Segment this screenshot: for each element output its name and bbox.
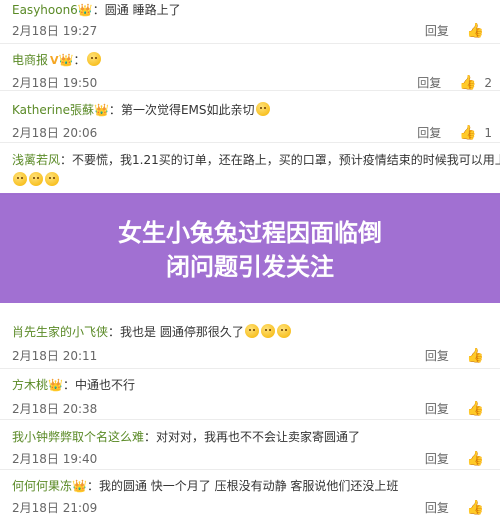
comment-date: 2月18日 20:38 <box>12 402 98 416</box>
comment-actions: 回复 👍 <box>425 22 492 39</box>
vip-crown-icon: 👑 <box>93 103 109 117</box>
smiley-emoji-icon <box>260 324 275 338</box>
comment-item: Easyhoon6👑：圆通 睡路上了 2月18日 19:27 回复 👍 <box>0 0 500 44</box>
reply-button[interactable]: 回复 <box>425 400 449 417</box>
reply-button[interactable]: 回复 <box>417 74 441 91</box>
reply-button[interactable]: 回复 <box>425 22 449 39</box>
smiley-emoji-icon <box>29 172 43 186</box>
comment-date: 2月18日 20:11 <box>12 349 98 363</box>
comment-actions: 回复 👍 <box>425 450 492 467</box>
reply-button[interactable]: 回复 <box>417 124 441 141</box>
comment-text: 中通也不行 <box>74 378 135 392</box>
separator: ： <box>144 430 157 444</box>
comment-item: 我小钟弊弊取个名这么难：对对对，我再也不不会让卖家寄圆通了 2月18日 19:4… <box>0 423 500 470</box>
smiley-emoji-icon <box>13 172 27 186</box>
thumbs-up-icon[interactable]: 👍 <box>467 500 484 516</box>
separator: ： <box>60 153 73 167</box>
thumbs-up-icon[interactable]: 👍 <box>467 348 484 364</box>
thumbs-up-icon[interactable]: 👍 <box>459 75 476 91</box>
separator: ： <box>92 3 105 17</box>
comment-item: 浅蓠若风：不要慌，我1.21买的订单，还在路上，买的口罩，预计疫情结束的时候我可… <box>0 146 500 195</box>
smiley-emoji-icon <box>255 102 270 116</box>
comment-username[interactable]: 我小钟弊弊取个名这么难 <box>12 430 144 444</box>
like-count: 2 <box>484 75 492 90</box>
comment-item: Katherine張蘇👑：第一次觉得EMS如此亲切 2月18日 20:06 回复… <box>0 94 500 143</box>
comment-text: 我也是 圆通停那很久了 <box>120 325 244 339</box>
reply-button[interactable]: 回复 <box>425 450 449 467</box>
comment-username[interactable]: 何何何果冻 <box>12 479 72 493</box>
comment-text: 对对对，我再也不不会让卖家寄圆通了 <box>156 430 361 444</box>
comment-actions: 回复 👍 1 <box>417 124 492 141</box>
smiley-emoji-icon <box>276 324 291 338</box>
headline-title: 女生小兔兔过程因面临倒 闭问题引发关注 <box>0 216 500 284</box>
comment-text: 不要慌，我1.21买的订单，还在路上，买的口罩，预计疫情结束的时候我可以用上 <box>72 153 500 167</box>
comment-username[interactable]: 电商报 <box>12 53 48 67</box>
vip-crown-icon: 👑 <box>58 53 74 67</box>
comment-date: 2月18日 19:40 <box>12 452 98 466</box>
verified-v-icon: V <box>50 54 59 67</box>
comment-text: 我的圆通 快一个月了 压根没有动静 客服说他们还没上班 <box>98 479 399 493</box>
headline-line-1: 女生小兔兔过程因面临倒 <box>118 219 382 247</box>
comment-item: 肖先生家的小飞侠：我也是 圆通停那很久了 2月18日 20:11 回复 👍 <box>0 318 500 369</box>
comment-actions: 回复 👍 <box>425 347 492 364</box>
comment-actions: 回复 👍 <box>425 499 492 516</box>
comment-actions: 回复 👍 <box>425 400 492 417</box>
thumbs-up-icon[interactable]: 👍 <box>467 451 484 467</box>
comment-username[interactable]: Easyhoon6 <box>12 3 78 17</box>
separator: ： <box>108 103 121 117</box>
separator: ： <box>86 479 99 493</box>
comment-actions: 回复 👍 2 <box>417 74 492 91</box>
like-count: 1 <box>484 125 492 140</box>
comment-date: 2月18日 20:06 <box>12 126 98 140</box>
comment-username[interactable]: 浅蓠若风 <box>12 153 60 167</box>
thumbs-up-icon[interactable]: 👍 <box>467 23 484 39</box>
comment-date: 2月18日 19:27 <box>12 24 98 38</box>
separator: ： <box>73 53 86 67</box>
smiley-emoji-icon <box>244 324 259 338</box>
comment-date: 2月18日 21:09 <box>12 501 98 515</box>
comment-item: 方木桃👑：中通也不行 2月18日 20:38 回复 👍 <box>0 371 500 420</box>
separator: ： <box>62 378 75 392</box>
headline-line-2: 闭问题引发关注 <box>166 253 334 281</box>
vip-crown-icon: 👑 <box>77 3 93 17</box>
comment-item: 电商报 V👑： 2月18日 19:50 回复 👍 2 <box>0 46 500 91</box>
smiley-emoji-icon <box>45 172 59 186</box>
reply-button[interactable]: 回复 <box>425 347 449 364</box>
vip-crown-icon: 👑 <box>72 479 87 493</box>
comment-date: 2月18日 19:50 <box>12 76 98 90</box>
reply-button[interactable]: 回复 <box>425 499 449 516</box>
comment-username[interactable]: 方木桃 <box>12 378 48 392</box>
thumbs-up-icon[interactable]: 👍 <box>467 401 484 417</box>
comment-username[interactable]: 肖先生家的小飞侠 <box>12 325 108 339</box>
emoji-row <box>12 172 60 187</box>
comment-text: 圆通 睡路上了 <box>104 3 181 17</box>
comment-text: 第一次觉得EMS如此亲切 <box>120 103 255 117</box>
smiley-emoji-icon <box>86 52 101 66</box>
comment-username[interactable]: Katherine張蘇 <box>12 103 94 117</box>
thumbs-up-icon[interactable]: 👍 <box>459 125 476 141</box>
vip-crown-icon: 👑 <box>48 378 63 392</box>
separator: ： <box>108 325 121 339</box>
comment-item: 何何何果冻👑：我的圆通 快一个月了 压根没有动静 客服说他们还没上班 2月18日… <box>0 472 500 516</box>
